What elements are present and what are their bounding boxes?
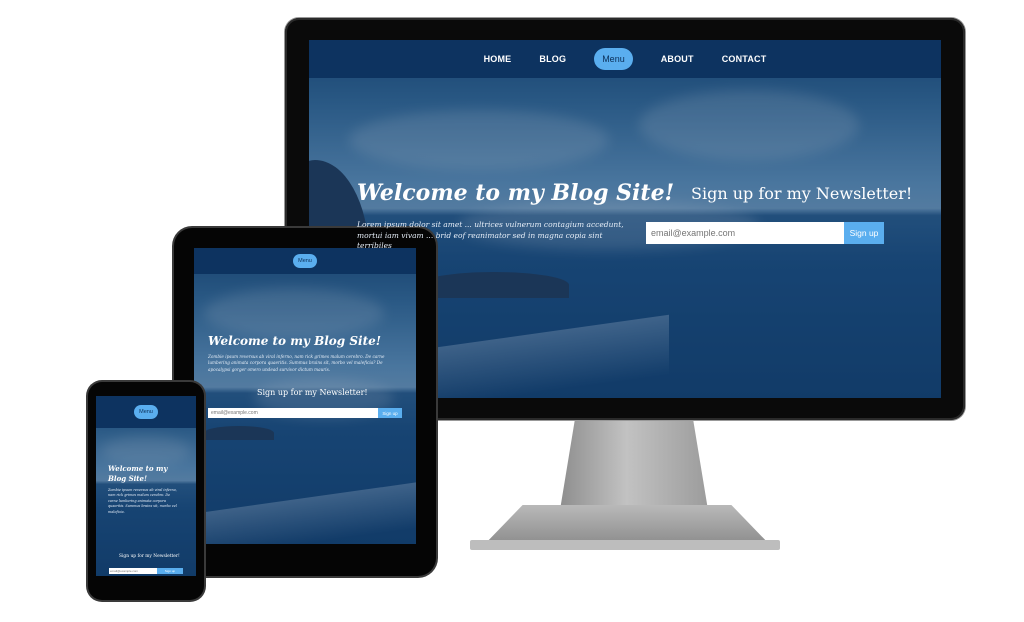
newsletter-form: Sign up [208, 408, 402, 418]
tablet-screen: Menu Welcome to my Blog Site! Zombie ips… [194, 248, 416, 544]
hero-description: Zombie ipsum reversus ab viral inferno, … [108, 488, 177, 514]
nav-blog-link[interactable]: BLOG [539, 54, 566, 64]
menu-button[interactable]: Menu [134, 405, 158, 419]
nav-contact-link[interactable]: CONTACT [722, 54, 767, 64]
nav-home-link[interactable]: HOME [484, 54, 512, 64]
menu-button[interactable]: Menu [293, 254, 317, 268]
newsletter-form: Sign up [646, 222, 884, 244]
email-input[interactable] [646, 222, 844, 244]
newsletter-title: Sign up for my Newsletter! [119, 554, 180, 559]
signup-button[interactable]: Sign up [378, 408, 402, 418]
menu-button[interactable]: Menu [594, 48, 633, 70]
hero-title: Welcome to my Blog Site! [357, 180, 675, 206]
nav-about-link[interactable]: ABOUT [661, 54, 694, 64]
hero-description: Zombie ipsum reversus ab viral inferno, … [208, 354, 385, 372]
newsletter-title: Sign up for my Newsletter! [257, 388, 368, 397]
email-input[interactable] [208, 408, 378, 418]
newsletter-form: Sign up [109, 568, 183, 574]
signup-button[interactable]: Sign up [844, 222, 884, 244]
monitor-stand-neck [560, 420, 708, 510]
phone-navbar: Menu [96, 396, 196, 428]
phone-screen: Menu Welcome to my Blog Site! Zombie ips… [96, 396, 196, 576]
monitor-stand-shadow [470, 540, 780, 550]
desktop-navbar: HOME BLOG Menu ABOUT CONTACT [309, 40, 941, 78]
responsive-mockup: HOME BLOG Menu ABOUT CONTACT Welcome to … [0, 0, 1024, 622]
newsletter-title: Sign up for my Newsletter! [691, 184, 913, 203]
hero-title: Welcome to my Blog Site! [108, 464, 168, 483]
email-input[interactable] [109, 568, 157, 574]
tablet-navbar: Menu [194, 248, 416, 274]
signup-button[interactable]: Sign up [157, 568, 183, 574]
hero-description: Lorem ipsum dolor sit amet ... ultrices … [357, 220, 624, 250]
hero-title: Welcome to my Blog Site! [208, 334, 382, 348]
